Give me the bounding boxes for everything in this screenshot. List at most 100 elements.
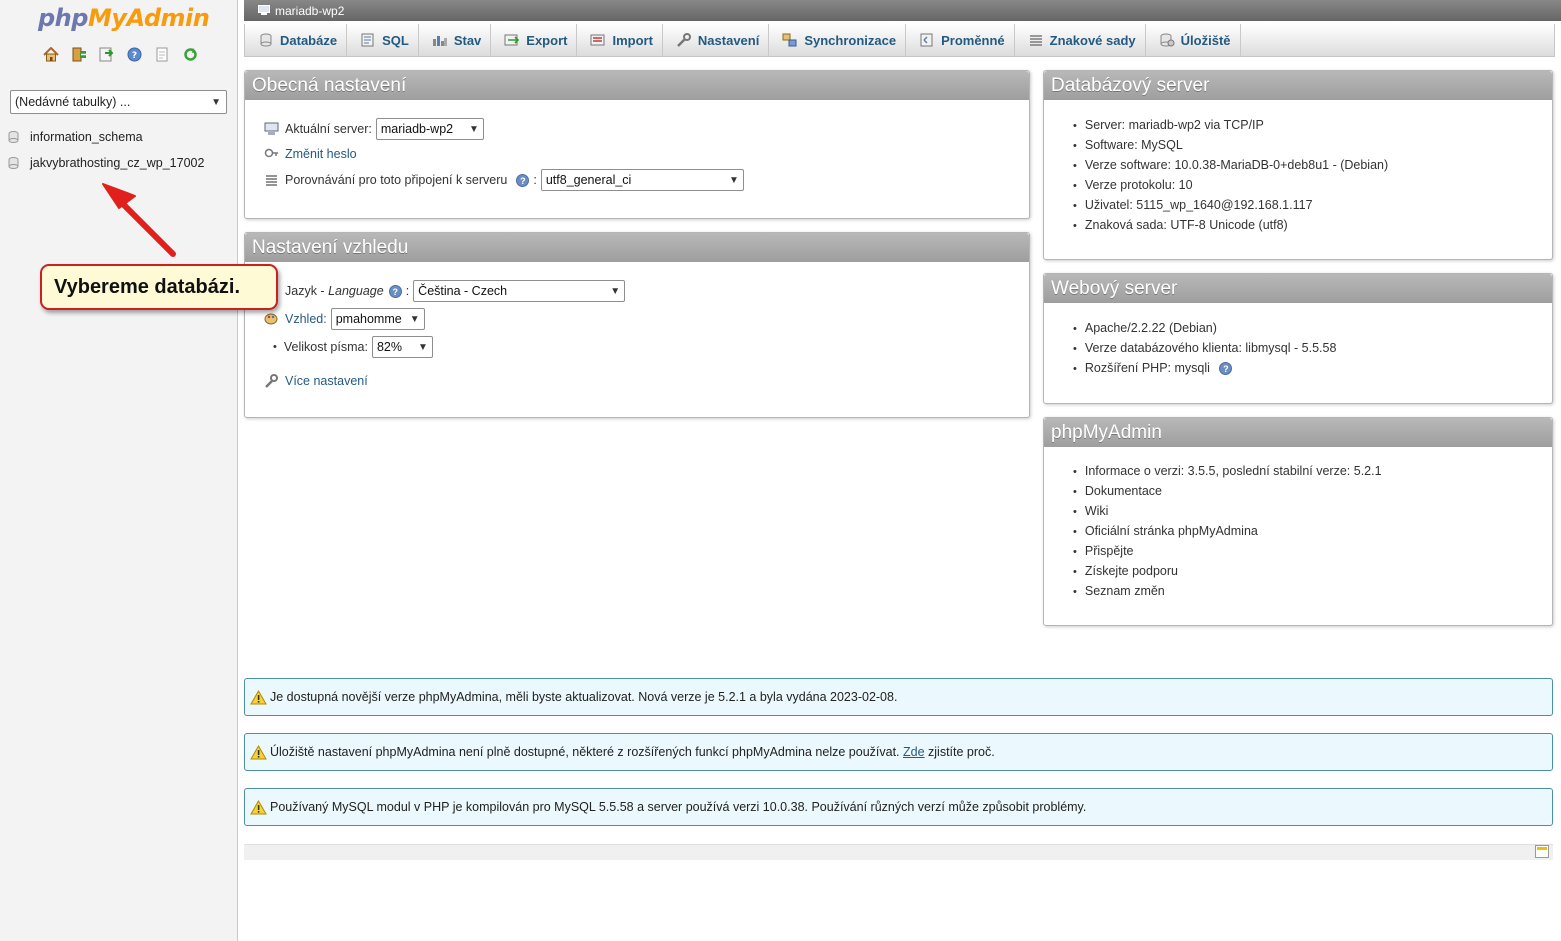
bullet: • — [273, 341, 277, 353]
charset-icon — [1029, 35, 1042, 46]
home-icon[interactable] — [42, 46, 59, 62]
tab-import[interactable]: Import — [577, 24, 663, 56]
logo-php-text: php — [38, 4, 88, 32]
documentation-link[interactable]: Dokumentace — [1073, 481, 1382, 501]
tab-label: Nastavení — [697, 32, 760, 48]
tab-variables[interactable]: Proměnné — [906, 24, 1015, 56]
docs-icon[interactable] — [154, 46, 171, 62]
chevron-down-icon: ▼ — [409, 313, 420, 325]
database-icon — [8, 157, 19, 169]
collation-label: Porovnávání pro toto připojení k serveru — [285, 173, 508, 187]
server-tabs: Databáze SQL Stav Export Import Nastaven… — [244, 24, 1555, 57]
chevron-down-icon: ▼ — [211, 96, 221, 108]
tab-export[interactable]: Export — [491, 24, 578, 56]
tab-synchronize[interactable]: Synchronizace — [769, 24, 907, 56]
help-icon[interactable]: ? — [388, 284, 402, 298]
font-size-select[interactable]: 82% ▼ — [371, 336, 433, 358]
change-password-row[interactable]: Změnit heslo — [264, 147, 357, 161]
tab-storage[interactable]: Úložiště — [1146, 24, 1241, 56]
general-settings-panel: Obecná nastavení Aktuální server: mariad… — [244, 70, 1030, 219]
theme-select[interactable]: pmahomme ▼ — [330, 308, 425, 330]
panel-title: Databázový server — [1044, 71, 1552, 100]
phpmyadmin-info-panel: phpMyAdmin Informace o verzi: 3.5.5, pos… — [1043, 417, 1553, 626]
sql-icon — [361, 33, 374, 47]
changelog-link[interactable]: Seznam změn — [1073, 581, 1382, 601]
tab-label: Proměnné — [941, 32, 1005, 48]
variables-icon — [920, 33, 933, 47]
tab-label: Úložiště — [1180, 32, 1231, 48]
annotation-callout: Vybereme databázi. — [40, 264, 278, 310]
get-support-link[interactable]: Získejte podporu — [1073, 561, 1382, 581]
font-size-row: • Velikost písma: 82% ▼ — [273, 336, 433, 358]
sync-icon — [782, 33, 797, 47]
tab-label: Synchronizace — [804, 32, 897, 48]
chevron-down-icon: ▼ — [610, 285, 621, 297]
list-item: Server: mariadb-wp2 via TCP/IP — [1073, 115, 1388, 135]
notice-mysql-version: Používaný MySQL modul v PHP je kompilová… — [244, 788, 1553, 826]
list-item: Verze databázového klienta: libmysql - 5… — [1073, 338, 1337, 358]
version-info: Informace o verzi: 3.5.5, poslední stabi… — [1073, 461, 1382, 481]
chevron-down-icon: ▼ — [728, 174, 739, 186]
reload-icon[interactable] — [182, 46, 199, 62]
notice-new-version: Je dostupná novější verze phpMyAdmina, m… — [244, 678, 1553, 716]
wiki-link[interactable]: Wiki — [1073, 501, 1382, 521]
tab-status[interactable]: Stav — [419, 24, 492, 56]
server-select-value: mariadb-wp2 — [380, 122, 454, 136]
console-icon[interactable] — [1535, 845, 1549, 858]
server-select[interactable]: mariadb-wp2 ▼ — [375, 118, 484, 140]
language-select[interactable]: Čeština - Czech ▼ — [413, 280, 626, 302]
database-item-information-schema[interactable]: information_schema — [8, 130, 143, 144]
tab-label: Export — [526, 32, 568, 48]
tab-label: Stav — [453, 32, 482, 48]
breadcrumb-server-link[interactable]: mariadb-wp2 — [275, 4, 344, 18]
web-server-panel: Webový server Apache/2.2.22 (Debian) Ver… — [1043, 273, 1553, 404]
tab-label: Znakové sady — [1049, 32, 1136, 48]
list-icon — [266, 175, 277, 186]
help-icon[interactable]: ? — [516, 173, 530, 187]
database-name: information_schema — [30, 130, 143, 144]
palette-icon — [264, 313, 278, 325]
chevron-down-icon: ▼ — [468, 123, 479, 135]
help-icon[interactable]: ? — [126, 46, 143, 62]
tab-databases[interactable]: Databáze — [245, 24, 348, 56]
svg-text:?: ? — [132, 51, 137, 61]
recent-tables-select[interactable]: (Nedávné tabulky) ... ▼ — [10, 90, 227, 114]
language-label: Jazyk — [285, 284, 317, 298]
tab-sql[interactable]: SQL — [347, 24, 419, 56]
more-settings-row[interactable]: Více nastavení — [264, 374, 368, 388]
theme-select-value: pmahomme — [335, 312, 402, 326]
phpmyadmin-info-list: Informace o verzi: 3.5.5, poslední stabi… — [1073, 461, 1382, 601]
logout-icon[interactable] — [70, 46, 87, 62]
database-server-info-list: Server: mariadb-wp2 via TCP/IP Software:… — [1073, 115, 1388, 235]
list-item: Uživatel: 5115_wp_1640@192.168.1.117 — [1073, 195, 1388, 215]
current-server-row: Aktuální server: mariadb-wp2 ▼ — [264, 118, 484, 140]
language-select-value: Čeština - Czech — [418, 284, 508, 298]
contribute-link[interactable]: Přispějte — [1073, 541, 1382, 561]
storage-details-link[interactable]: Zde — [903, 745, 925, 759]
font-size-label: Velikost písma: — [283, 340, 368, 354]
official-homepage-link[interactable]: Oficiální stránka phpMyAdmina — [1073, 521, 1382, 541]
database-icon — [260, 33, 272, 47]
footer-bar — [244, 844, 1553, 860]
collation-select[interactable]: utf8_general_ci ▼ — [540, 169, 744, 191]
list-item: Apache/2.2.22 (Debian) — [1073, 318, 1336, 338]
help-icon[interactable]: ? — [1219, 362, 1233, 375]
query-window-icon[interactable] — [98, 46, 115, 62]
logo-myadmin-text: MyAdmin — [87, 4, 210, 32]
chevron-down-icon: ▼ — [418, 341, 428, 353]
change-password-link[interactable]: Změnit heslo — [285, 147, 357, 161]
current-server-label: Aktuální server: — [285, 122, 372, 136]
more-settings-link[interactable]: Více nastavení — [285, 374, 368, 388]
phpmyadmin-logo[interactable]: phpMyAdmin — [38, 4, 210, 32]
nav-icon-bar: ? — [42, 46, 199, 62]
wrench-icon — [265, 374, 278, 388]
theme-label-link[interactable]: Vzhled: — [285, 312, 327, 326]
tab-charsets[interactable]: Znakové sady — [1015, 24, 1146, 56]
tab-settings[interactable]: Nastavení — [663, 24, 770, 56]
list-item: Verze protokolu: 10 — [1073, 175, 1388, 195]
list-item: Software: MySQL — [1073, 135, 1388, 155]
annotation-arrow — [102, 183, 176, 257]
database-icon — [8, 131, 19, 143]
collation-select-value: utf8_general_ci — [545, 173, 632, 187]
list-item: Znaková sada: UTF-8 Unicode (utf8) — [1073, 215, 1388, 235]
